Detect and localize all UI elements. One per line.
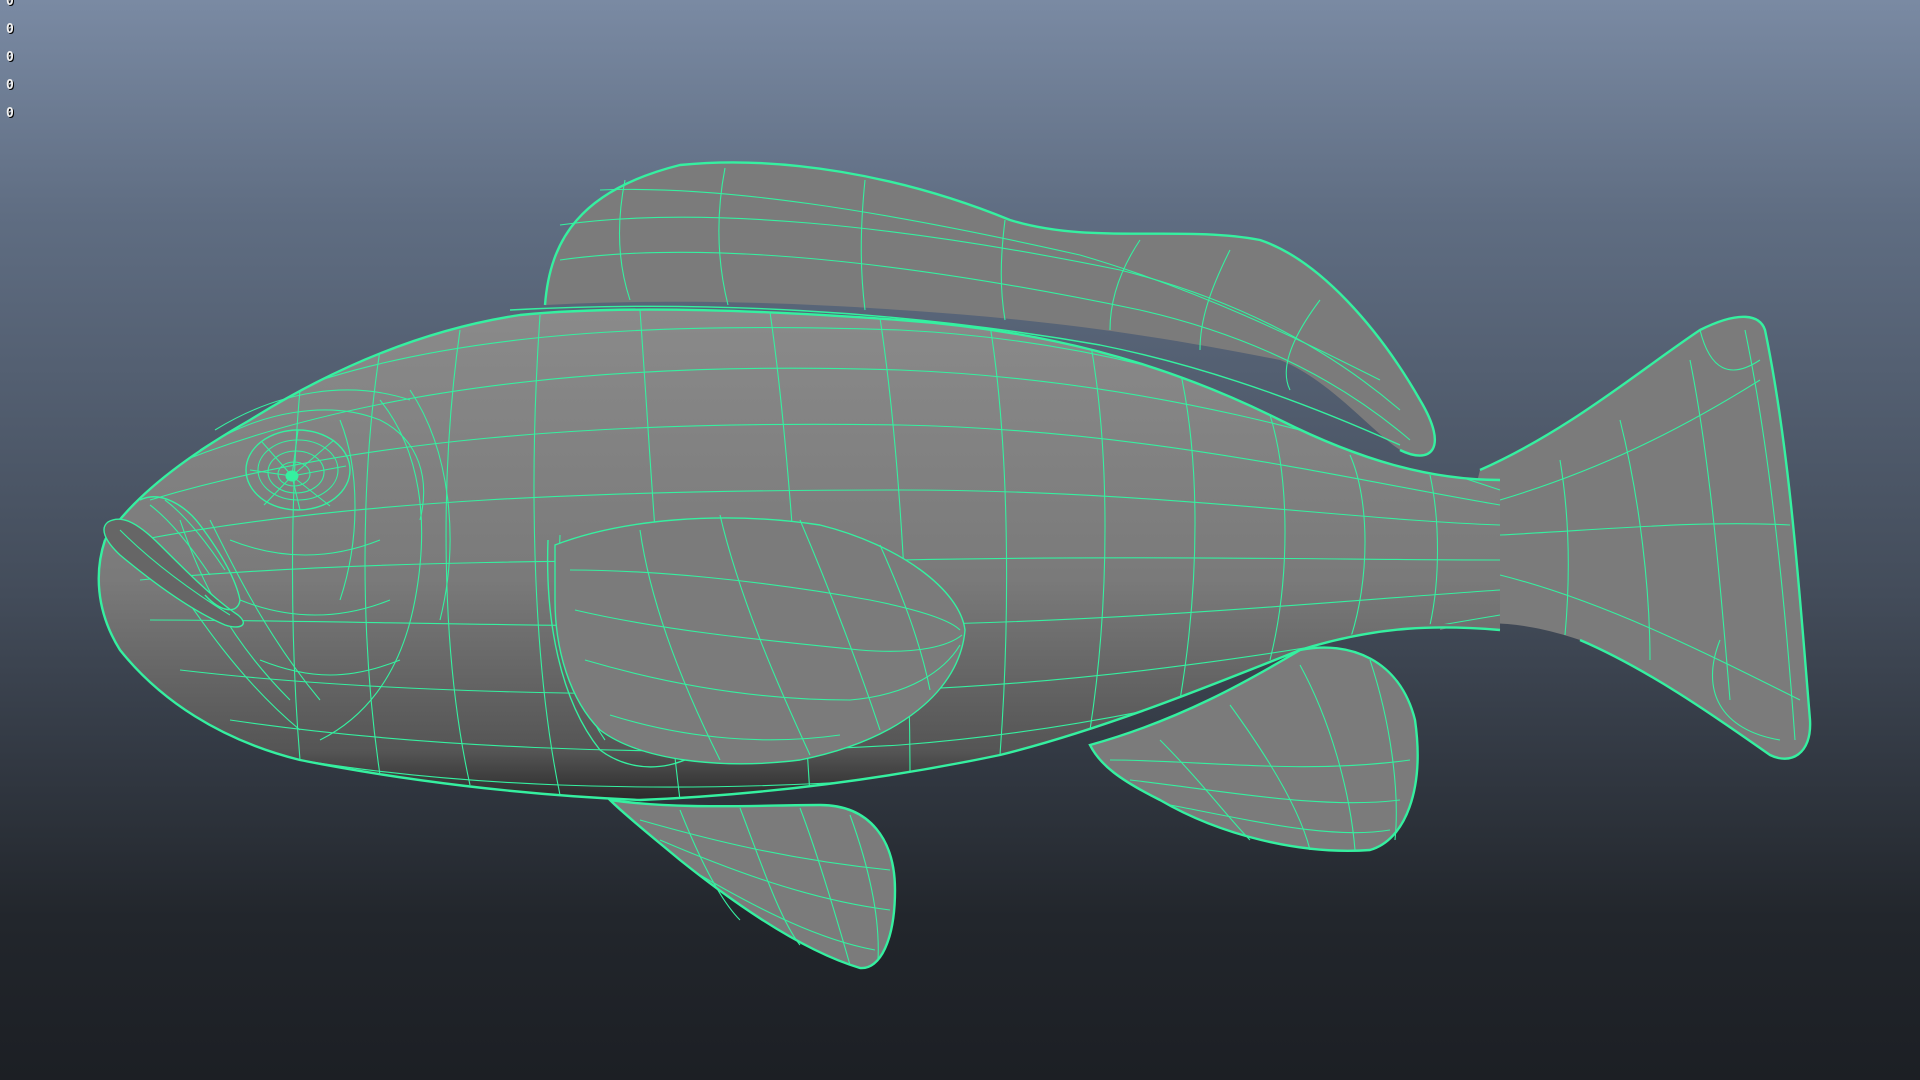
- pelvic-fin[interactable]: [606, 798, 897, 970]
- 3d-viewport[interactable]: [0, 0, 1920, 1080]
